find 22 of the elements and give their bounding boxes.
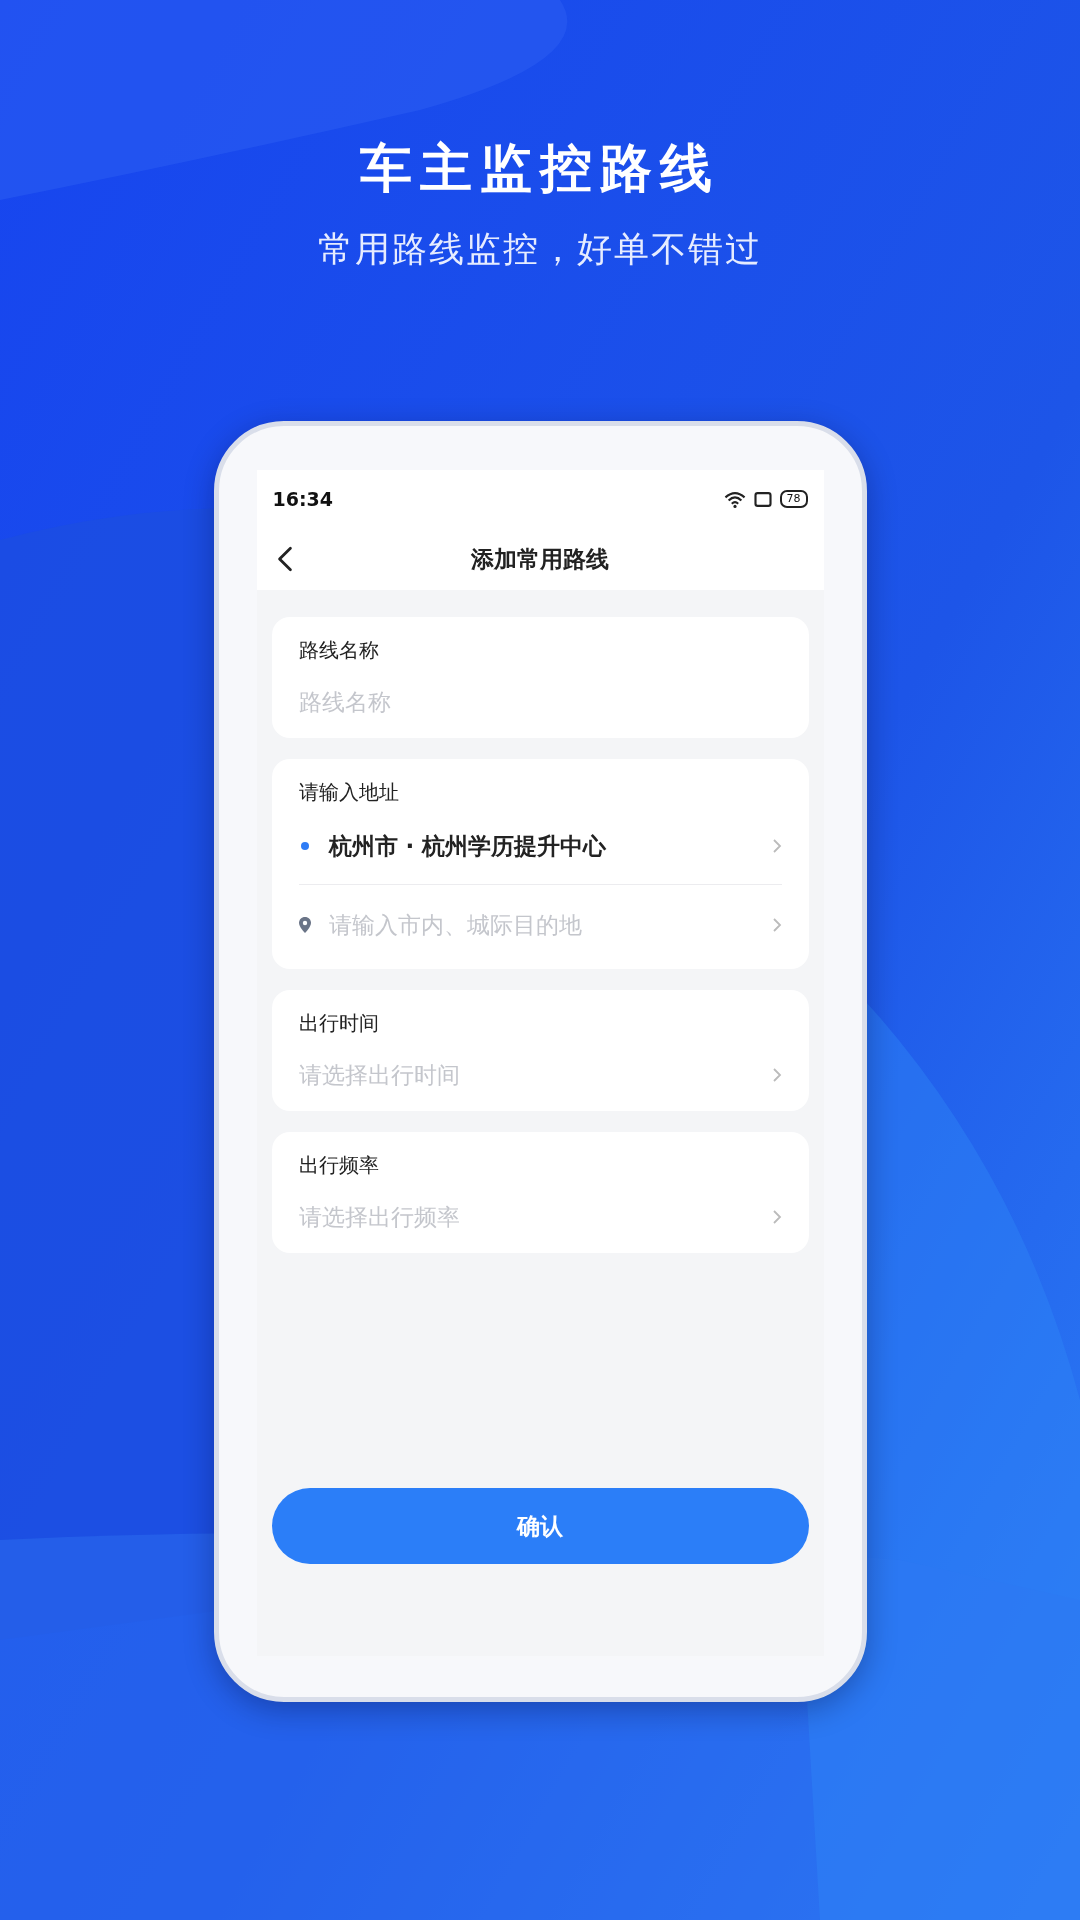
route-name-card[interactable]: 路线名称 路线名称 [271, 617, 809, 738]
field-label: 路线名称 [298, 637, 380, 664]
route-name-field[interactable]: 路线名称 [298, 684, 782, 720]
chevron-right-icon [771, 838, 782, 854]
field-label: 出行时间 [298, 1010, 380, 1037]
page-title: 车主监控路线 [360, 137, 720, 200]
chevron-right-icon [771, 917, 782, 933]
field-label: 出行频率 [298, 1152, 380, 1179]
field-label: 请输入地址 [298, 779, 400, 806]
battery-indicator: 78 [779, 490, 808, 508]
dot-icon [300, 842, 309, 850]
start-address-row[interactable]: 杭州市 · 杭州学历提升中心 [298, 824, 782, 868]
chevron-right-icon [771, 1209, 782, 1225]
wifi-icon [723, 490, 746, 508]
page-subtitle: 常用路线监控，好单不错过 [318, 228, 762, 271]
confirm-button[interactable]: 确认 [271, 1488, 809, 1564]
location-pin-icon [298, 917, 311, 933]
screen-title: 添加常用路线 [471, 544, 609, 574]
square-icon [753, 491, 772, 507]
chevron-right-icon [771, 1067, 782, 1083]
status-time: 16:34 [272, 488, 333, 510]
back-icon[interactable] [276, 546, 293, 572]
